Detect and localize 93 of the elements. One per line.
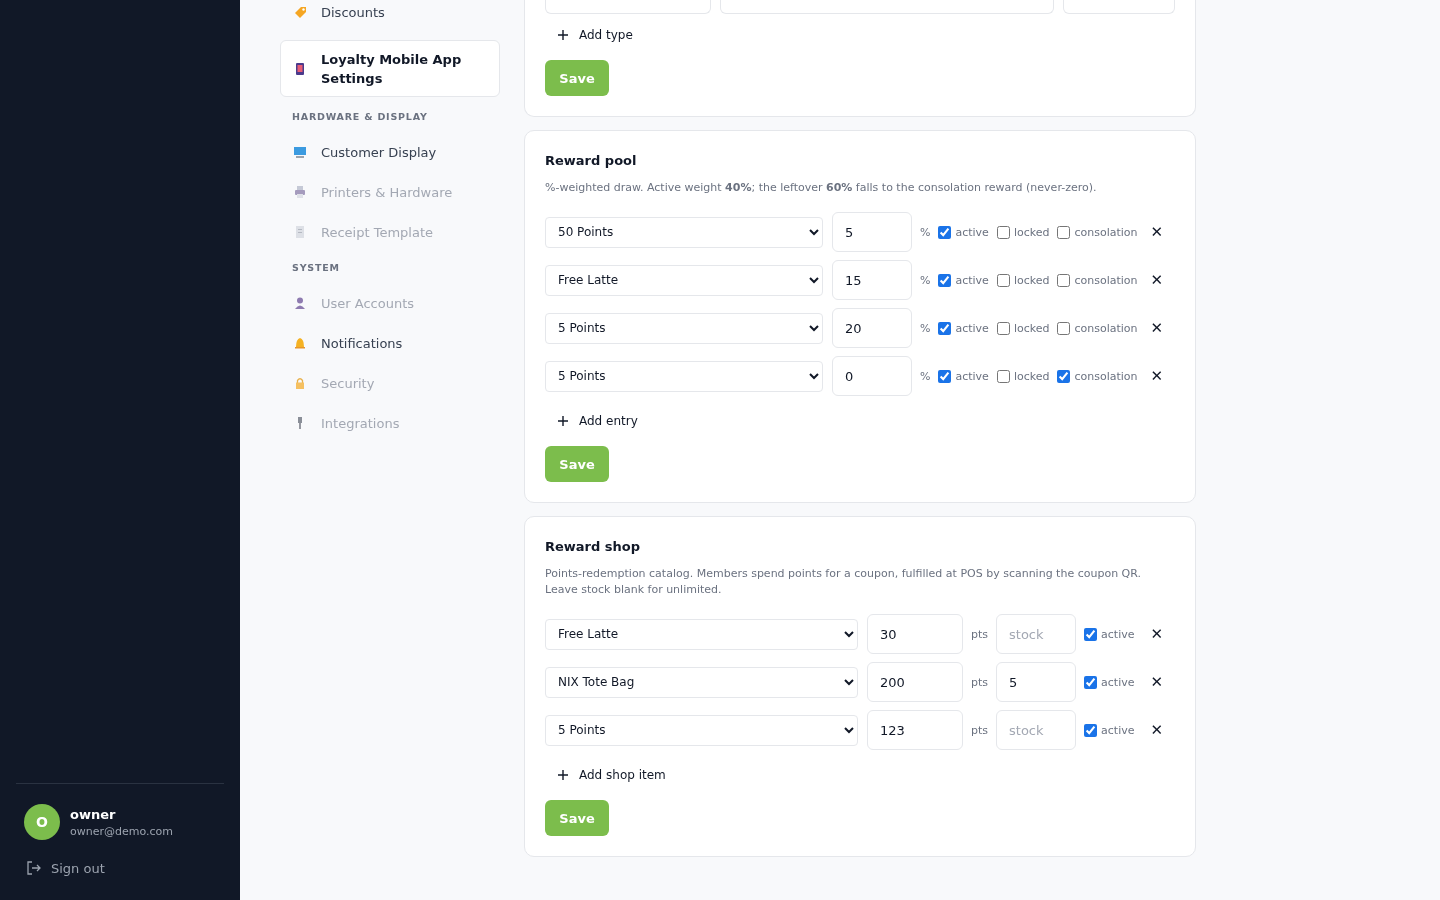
remove-button[interactable]: ✕: [1146, 223, 1167, 241]
dropdown[interactable]: 50 Points: [545, 216, 823, 248]
printer-icon: [293, 185, 307, 199]
checkbox[interactable]: [1057, 321, 1071, 335]
input-field[interactable]: 5: [996, 662, 1077, 702]
user-avatar: O: [24, 804, 60, 840]
plus-icon: [557, 29, 569, 41]
tag-icon: [293, 5, 307, 19]
remove-button[interactable]: ✕: [1146, 367, 1167, 385]
remove-button[interactable]: ✕: [1146, 319, 1167, 337]
section-title: Reward shop: [545, 539, 642, 554]
input-field[interactable]: 5: [832, 212, 912, 252]
phone-icon: [293, 61, 307, 76]
add-button[interactable]: Add type: [545, 20, 645, 50]
sign-out-button[interactable]: Sign out: [24, 860, 105, 876]
input-field[interactable]: stock: [996, 710, 1077, 750]
checkbox[interactable]: [996, 321, 1010, 335]
dropdown[interactable]: 5 Points: [545, 360, 823, 392]
dropdown[interactable]: Free Latte: [545, 618, 858, 650]
checkbox-label: locked: [1013, 273, 1050, 287]
input-field[interactable]: 15: [832, 260, 912, 300]
add-button[interactable]: Add shop item: [545, 760, 678, 790]
checkbox[interactable]: [938, 273, 952, 287]
sidebar-item[interactable]: Discounts: [280, 0, 500, 32]
checkbox-label: active: [955, 225, 989, 239]
receipt-icon: [293, 225, 307, 239]
unit-label: pts: [971, 675, 989, 689]
remove-button[interactable]: ✕: [1146, 271, 1167, 289]
section-title: Reward pool: [545, 153, 638, 168]
section-heading: HARDWARE & DISPLAY: [291, 111, 429, 122]
checkbox-label: locked: [1013, 369, 1050, 383]
input-field[interactable]: 0: [832, 356, 912, 396]
input-field[interactable]: 20: [832, 308, 912, 348]
dropdown[interactable]: 5 Points: [545, 714, 858, 746]
checkbox[interactable]: [1057, 273, 1071, 287]
checkbox-label: locked: [1013, 321, 1050, 335]
dropdown[interactable]: NIX Tote Bag: [545, 666, 858, 698]
input-field[interactable]: [719, 0, 1055, 14]
section-heading: SYSTEM: [291, 262, 341, 273]
sidebar-item[interactable]: Loyalty Mobile App Settings: [280, 40, 500, 97]
dropdown[interactable]: 5 Points: [545, 312, 823, 344]
checkbox[interactable]: [1084, 627, 1098, 641]
user-icon: [293, 296, 307, 310]
unit-label: pts: [971, 723, 989, 737]
checkbox[interactable]: [1084, 723, 1098, 737]
input-field[interactable]: [545, 0, 711, 14]
unit-label: %: [920, 225, 931, 239]
plus-icon: [557, 769, 569, 781]
unit-label: %: [920, 321, 931, 335]
lock-icon: [293, 376, 307, 390]
checkbox[interactable]: [938, 321, 952, 335]
unit-label: %: [920, 369, 931, 383]
checkbox-label: active: [1101, 723, 1135, 737]
input-field[interactable]: [1063, 0, 1175, 14]
sign-out-icon: [26, 860, 42, 876]
plus-icon: [557, 415, 569, 427]
checkbox-label: active: [955, 321, 989, 335]
section-description: Points-redemption catalog. Members spend points for a coupon, fulfilled at POS by scanning the coupon QR. Leave stock blank for unlimited.: [545, 566, 1142, 598]
checkbox[interactable]: [1057, 369, 1071, 383]
section-description: %-weighted draw. Active weight 40%; the leftover 60% falls to the consolation reward (never-zero).: [545, 180, 1098, 196]
input-field[interactable]: 123: [867, 710, 963, 750]
user-email: owner@demo.com: [70, 824, 173, 838]
unit-label: pts: [971, 627, 989, 641]
remove-button[interactable]: ✕: [1146, 625, 1167, 643]
sidebar-item[interactable]: Customer Display: [280, 132, 500, 172]
checkbox[interactable]: [996, 225, 1010, 239]
checkbox[interactable]: [1084, 675, 1098, 689]
user-name: owner: [70, 806, 117, 822]
checkbox[interactable]: [938, 225, 952, 239]
unit-label: %: [920, 273, 931, 287]
checkbox[interactable]: [996, 369, 1010, 383]
monitor-icon: [293, 145, 307, 159]
dropdown[interactable]: Free Latte: [545, 264, 823, 296]
input-field[interactable]: 200: [867, 662, 963, 702]
checkbox-label: consolation: [1074, 273, 1138, 287]
checkbox-label: active: [955, 273, 989, 287]
input-field[interactable]: stock: [996, 614, 1077, 654]
checkbox-label: active: [1101, 675, 1135, 689]
checkbox-label: active: [1101, 627, 1135, 641]
remove-button[interactable]: ✕: [1146, 721, 1167, 739]
checkbox[interactable]: [1057, 225, 1071, 239]
bell-icon: [293, 336, 307, 350]
checkbox-label: locked: [1013, 225, 1050, 239]
checkbox[interactable]: [938, 369, 952, 383]
sidebar-item[interactable]: Notifications: [280, 323, 500, 363]
checkbox[interactable]: [996, 273, 1010, 287]
checkbox-label: consolation: [1074, 369, 1138, 383]
add-button[interactable]: Add entry: [545, 406, 650, 436]
checkbox-label: consolation: [1074, 225, 1138, 239]
remove-button[interactable]: ✕: [1146, 673, 1167, 691]
checkbox-label: consolation: [1074, 321, 1138, 335]
checkbox-label: active: [955, 369, 989, 383]
input-field[interactable]: 30: [867, 614, 963, 654]
